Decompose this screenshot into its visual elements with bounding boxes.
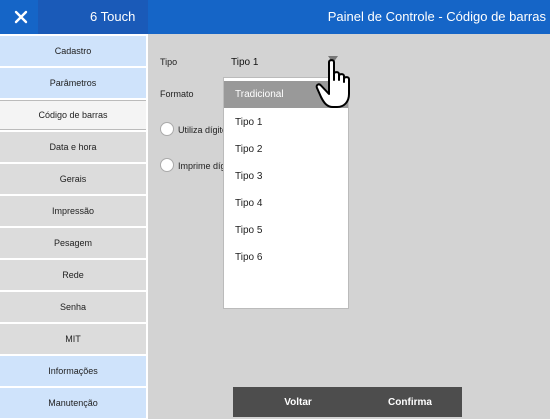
sidebar-item-informacoes[interactable]: Informações	[0, 356, 146, 386]
utiliza-digito-radio[interactable]	[160, 122, 174, 136]
dropdown-option-tipo-6[interactable]: Tipo 6	[224, 244, 348, 271]
tipo-select[interactable]: Tipo 1	[231, 57, 258, 68]
close-button[interactable]	[5, 2, 37, 32]
app-name: 6 Touch	[90, 9, 136, 24]
tipo-dropdown-list: Tradicional Tipo 1 Tipo 2 Tipo 3 Tipo 4 …	[223, 77, 349, 309]
sidebar-item-label: Rede	[62, 270, 84, 280]
utiliza-digito-label: Utiliza dígito	[178, 125, 228, 135]
sidebar-item-label: Manutenção	[48, 398, 98, 408]
sidebar-item-label: Data e hora	[49, 142, 97, 152]
sidebar-item-label: Pesagem	[53, 238, 93, 248]
formato-label: Formato	[160, 89, 194, 99]
main-panel: Tipo Tipo 1 Formato Utiliza dígito Impri…	[148, 34, 550, 419]
window-title: Painel de Controle - Código de barras	[327, 9, 546, 24]
close-icon	[14, 10, 28, 24]
sidebar-item-mit[interactable]: MIT	[0, 324, 146, 354]
sidebar-item-label: Parâmetros	[49, 78, 97, 88]
dropdown-option-tipo-5[interactable]: Tipo 5	[224, 217, 348, 244]
hand-pointer-icon	[315, 59, 350, 108]
imprime-digito-radio[interactable]	[160, 158, 174, 172]
sidebar-item-impressao[interactable]: Impressão	[0, 196, 146, 226]
sidebar-item-data-e-hora[interactable]: Data e hora	[0, 132, 146, 162]
sidebar-item-rede[interactable]: Rede	[0, 260, 146, 290]
sidebar-item-label: Senha	[59, 302, 87, 312]
confirma-button[interactable]: Confirma	[358, 387, 462, 417]
sidebar-item-label: Gerais	[59, 174, 87, 184]
sidebar-item-label: Cadastro	[54, 46, 92, 56]
sidebar-item-label: MIT	[65, 334, 81, 344]
sidebar-item-gerais[interactable]: Gerais	[0, 164, 146, 194]
confirma-button-label: Confirma	[388, 396, 432, 408]
sidebar: Cadastro Parâmetros Código de barras Dat…	[0, 36, 148, 419]
sidebar-item-codigo-de-barras[interactable]: Código de barras	[0, 100, 146, 130]
sidebar-item-label: Informações	[48, 366, 98, 376]
dropdown-option-tipo-2[interactable]: Tipo 2	[224, 136, 348, 163]
dropdown-option-tipo-3[interactable]: Tipo 3	[224, 163, 348, 190]
voltar-button-label: Voltar	[284, 396, 312, 408]
dropdown-option-tipo-1[interactable]: Tipo 1	[224, 109, 348, 136]
sidebar-item-label: Impressão	[51, 206, 95, 216]
sidebar-item-pesagem[interactable]: Pesagem	[0, 228, 146, 258]
title-bar: 6 Touch Painel de Controle - Código de b…	[0, 0, 550, 34]
sidebar-item-senha[interactable]: Senha	[0, 292, 146, 322]
tipo-label: Tipo	[160, 57, 178, 67]
sidebar-item-cadastro[interactable]: Cadastro	[0, 36, 146, 66]
sidebar-item-label: Código de barras	[38, 110, 108, 120]
sidebar-item-parametros[interactable]: Parâmetros	[0, 68, 146, 98]
sidebar-item-manutencao[interactable]: Manutenção	[0, 388, 146, 418]
voltar-button[interactable]: Voltar	[233, 387, 363, 417]
imprime-digito-label: Imprime díg	[178, 161, 226, 171]
dropdown-option-tipo-4[interactable]: Tipo 4	[224, 190, 348, 217]
